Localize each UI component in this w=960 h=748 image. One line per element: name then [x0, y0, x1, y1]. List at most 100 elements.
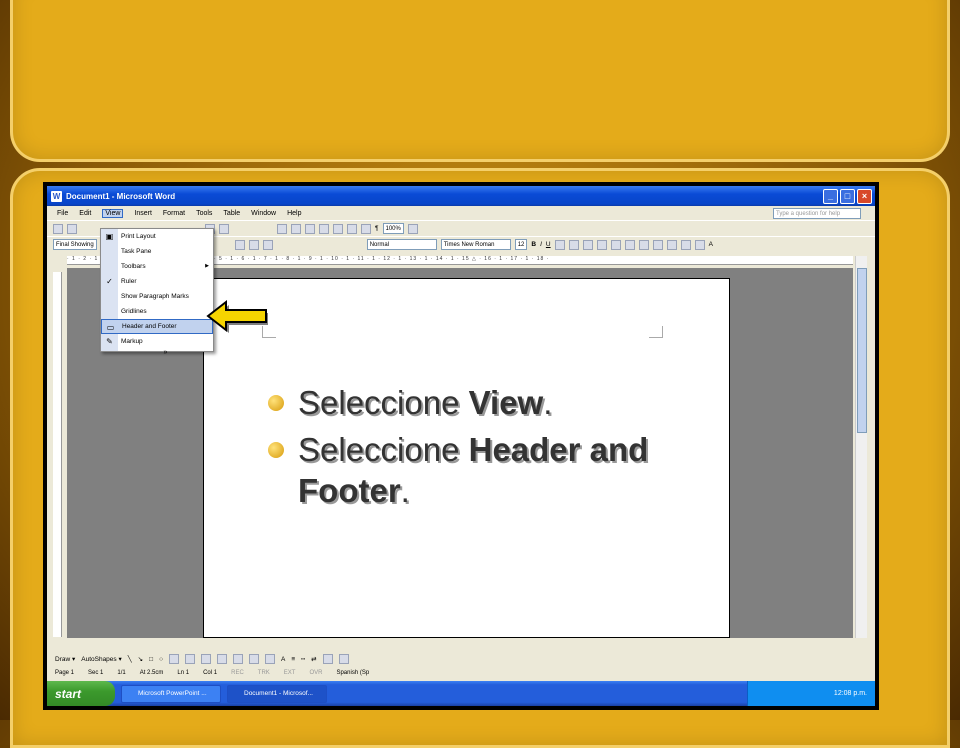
new-icon[interactable]: [53, 223, 63, 234]
underline-button[interactable]: U: [546, 241, 551, 248]
draw-menu[interactable]: Draw ▾: [55, 655, 75, 663]
menu-table[interactable]: Table: [223, 210, 240, 217]
highlight-icon[interactable]: [694, 239, 705, 250]
diagram-icon[interactable]: [201, 654, 211, 664]
show-icon[interactable]: [234, 239, 245, 250]
oval-icon[interactable]: ○: [159, 656, 163, 663]
document-map-icon[interactable]: [361, 223, 371, 234]
clipart-icon[interactable]: [217, 654, 227, 664]
vertical-ruler: [53, 272, 62, 637]
status-trk[interactable]: TRK: [258, 670, 270, 676]
minimize-button[interactable]: _: [823, 188, 838, 204]
line-icon[interactable]: ╲: [128, 655, 132, 663]
maximize-button[interactable]: □: [840, 188, 855, 204]
3d-icon[interactable]: [338, 654, 349, 664]
align-left-icon[interactable]: [554, 239, 565, 250]
font-color-draw-icon[interactable]: A: [281, 656, 285, 663]
bold-button[interactable]: B: [531, 241, 536, 248]
help-icon[interactable]: [407, 223, 418, 234]
excel-icon[interactable]: [319, 223, 329, 234]
menu-file[interactable]: File: [57, 210, 68, 217]
format-painter-icon[interactable]: [219, 223, 229, 234]
pointer-arrow-icon: [206, 299, 268, 333]
status-rec[interactable]: REC: [231, 670, 244, 676]
markup-icon: ✎: [106, 337, 113, 346]
menu-item-toolbars[interactable]: Toolbars ▶: [101, 259, 213, 274]
hyperlink-icon[interactable]: [277, 223, 287, 234]
open-icon[interactable]: [67, 223, 77, 234]
insert-table-icon[interactable]: [305, 223, 315, 234]
numbering-icon[interactable]: [624, 239, 635, 250]
menu-item-task-pane[interactable]: Task Pane: [101, 244, 213, 259]
drawing-toolbar: Draw ▾ AutoShapes ▾ ╲ ↘ □ ○ A ≡ ┅ ⇄: [47, 652, 875, 666]
line-color-icon[interactable]: [265, 654, 275, 664]
slide-bullets: Seleccione View. Seleccione Header and F…: [268, 382, 708, 517]
menu-tools[interactable]: Tools: [196, 210, 212, 217]
menu-item-header-and-footer[interactable]: ▭ Header and Footer: [101, 319, 213, 334]
decrease-indent-icon[interactable]: [652, 239, 663, 250]
arrow-tool-icon[interactable]: ↘: [138, 655, 143, 663]
menu-help[interactable]: Help: [287, 210, 301, 217]
status-line: Ln 1: [177, 670, 190, 676]
menu-item-gridlines[interactable]: Gridlines: [101, 304, 213, 319]
align-center-icon[interactable]: [568, 239, 579, 250]
markup-display-select[interactable]: Final Showing: [53, 239, 97, 250]
status-col: Col 1: [203, 670, 218, 676]
page-corner-mark: [649, 326, 663, 338]
style-select[interactable]: Normal: [366, 239, 437, 250]
columns-icon[interactable]: [333, 223, 343, 234]
line-style-icon[interactable]: ≡: [291, 656, 295, 663]
picture-icon[interactable]: [233, 654, 243, 664]
bullets-icon[interactable]: [638, 239, 649, 250]
textbox-icon[interactable]: [169, 654, 179, 664]
bullet-text: Seleccione: [298, 431, 469, 468]
menu-format[interactable]: Format: [163, 210, 185, 217]
italic-button[interactable]: I: [540, 241, 542, 248]
justify-icon[interactable]: [596, 239, 607, 250]
autoshapes-menu[interactable]: AutoShapes ▾: [81, 655, 122, 663]
status-ext[interactable]: EXT: [284, 670, 296, 676]
menu-item-markup[interactable]: ✎ Markup: [101, 334, 213, 349]
font-select[interactable]: Times New Roman: [440, 239, 511, 250]
menu-edit[interactable]: Edit: [79, 210, 91, 217]
drawing-icon[interactable]: [347, 223, 357, 234]
bullet-bold-text: View: [468, 384, 544, 421]
menu-item-label: Task Pane: [121, 248, 152, 255]
arrow-style-icon[interactable]: ⇄: [311, 655, 316, 663]
menu-insert[interactable]: Insert: [134, 210, 152, 217]
window-title: Document1 - Microsoft Word: [66, 191, 176, 201]
taskbar-item-word[interactable]: Document1 - Microsof...: [227, 684, 327, 703]
menu-view[interactable]: View: [102, 208, 124, 218]
zoom-select[interactable]: 100%: [382, 223, 404, 234]
fill-color-icon[interactable]: [249, 654, 259, 664]
borders-icon[interactable]: [680, 239, 691, 250]
scrollbar-thumb[interactable]: [857, 268, 867, 433]
dash-style-icon[interactable]: ┅: [301, 655, 305, 663]
bullet-dot-icon: [268, 442, 284, 458]
menu-window[interactable]: Window: [251, 210, 276, 217]
comment-icon[interactable]: [262, 239, 273, 250]
status-ovr[interactable]: OVR: [309, 670, 322, 676]
increase-indent-icon[interactable]: [666, 239, 677, 250]
tables-icon[interactable]: [291, 223, 301, 234]
align-right-icon[interactable]: [582, 239, 593, 250]
menu-bar: File Edit View Insert Format Tools Table…: [47, 206, 875, 220]
menu-item-ruler[interactable]: ✓ Ruler: [101, 274, 213, 289]
paragraph-mark-icon[interactable]: ¶: [375, 225, 379, 232]
bullet-text: Seleccione: [298, 384, 469, 421]
track-changes-icon[interactable]: [248, 239, 259, 250]
wordart-icon[interactable]: [185, 654, 195, 664]
ask-question-input[interactable]: Type a question for help: [773, 208, 861, 219]
vertical-scrollbar[interactable]: [855, 256, 867, 638]
shadow-icon[interactable]: [322, 654, 333, 664]
menu-item-print-layout[interactable]: ▣ Print Layout: [101, 229, 213, 244]
rectangle-icon[interactable]: □: [149, 656, 153, 663]
font-size-select[interactable]: 12: [514, 239, 528, 250]
status-bar: Page 1 Sec 1 1/1 At 2.5cm Ln 1 Col 1 REC…: [47, 667, 875, 679]
taskbar-item-powerpoint[interactable]: Microsoft PowerPoint ...: [121, 684, 221, 703]
font-color-icon[interactable]: A: [709, 241, 713, 248]
menu-item-show-paragraph-marks[interactable]: Show Paragraph Marks: [101, 289, 213, 304]
line-spacing-icon[interactable]: [610, 239, 621, 250]
close-button[interactable]: ×: [857, 188, 872, 204]
start-button[interactable]: start: [47, 681, 115, 706]
